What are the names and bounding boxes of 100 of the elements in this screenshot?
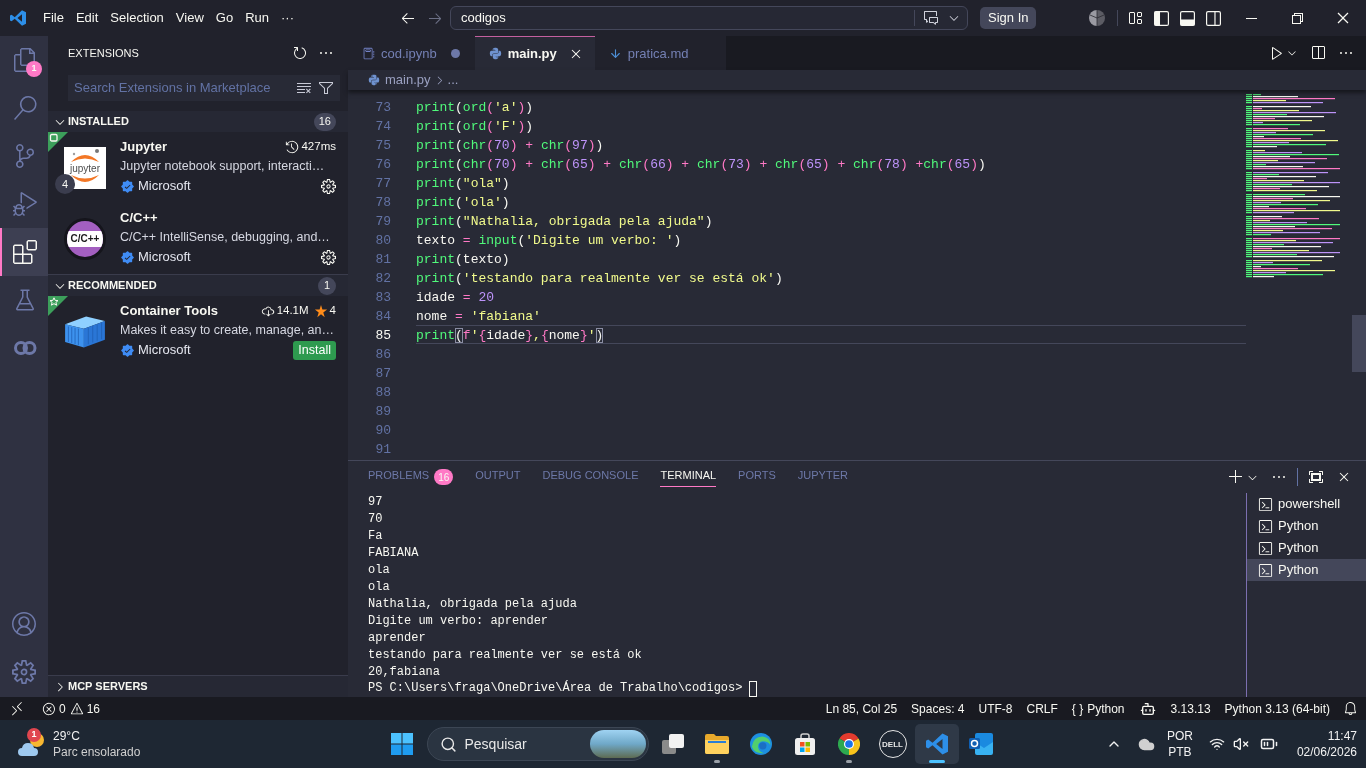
- sidebar-left-icon[interactable]: [1153, 10, 1169, 26]
- extension-name[interactable]: C/C++: [120, 208, 158, 228]
- status-item[interactable]: Python 3.13 (64-bit): [1217, 697, 1337, 720]
- terminal-line: Nathalia, obrigada pela ajuda: [368, 597, 577, 611]
- code-editor-icon: [925, 733, 948, 755]
- taskbar-app[interactable]: [914, 724, 959, 764]
- clock-date[interactable]: 02/06/2026: [1296, 744, 1357, 760]
- refresh-icon[interactable]: [292, 45, 308, 61]
- start-icon[interactable]: [390, 733, 413, 755]
- warning-count[interactable]: 16: [86, 699, 101, 718]
- sidebar-right-icon[interactable]: [1205, 10, 1221, 26]
- extension-name[interactable]: Jupyter: [120, 137, 167, 157]
- restore-icon[interactable]: [1289, 10, 1305, 26]
- menu-item[interactable]: Edit: [69, 6, 105, 30]
- sign-in-button[interactable]: Sign In: [980, 7, 1037, 29]
- code-line: print("Nathalia, obrigada pela ajuda"): [416, 214, 713, 229]
- install-button[interactable]: Install: [293, 340, 336, 360]
- editor-tab[interactable]: pratica.md: [594, 36, 727, 70]
- section-title[interactable]: RECOMMENDED: [68, 277, 157, 294]
- terminal-item[interactable]: Python: [1247, 515, 1366, 537]
- extensions-icon: [13, 240, 37, 264]
- count-badge: 1: [27, 728, 41, 742]
- filter-icon[interactable]: [318, 80, 334, 96]
- line-number: 85: [375, 328, 391, 343]
- terminal-item[interactable]: Python: [1247, 537, 1366, 559]
- maximize-icon[interactable]: [1308, 469, 1324, 485]
- editor-tab[interactable]: main.py: [474, 36, 595, 70]
- menu-item[interactable]: Run: [239, 6, 275, 30]
- publisher-name: Microsoft: [138, 341, 191, 360]
- split-editor-icon[interactable]: [1310, 45, 1326, 61]
- bell-icon[interactable]: [1343, 701, 1358, 716]
- history-icon: [285, 140, 300, 154]
- app-logo-icon: [10, 10, 26, 26]
- flask-icon: [13, 288, 37, 312]
- menu-item[interactable]: View: [169, 6, 210, 30]
- warning-icon[interactable]: [69, 701, 84, 716]
- status-item[interactable]: 3.13.13: [1163, 697, 1218, 720]
- code-line: print('ola'): [416, 195, 510, 210]
- terminal-icon: [1258, 562, 1273, 578]
- line-number: 88: [375, 385, 391, 400]
- status-item[interactable]: Ln 85, Col 25: [818, 697, 905, 720]
- panel-bottom-icon[interactable]: [1179, 10, 1195, 26]
- panel-tab[interactable]: TERMINAL: [649, 465, 728, 489]
- status-item[interactable]: CRLF: [1019, 697, 1065, 720]
- taskbar-app[interactable]: DELL: [870, 724, 915, 764]
- error-count[interactable]: 0: [59, 699, 66, 718]
- corner-ribbon-icon: [48, 296, 68, 316]
- python-icon: [368, 74, 380, 86]
- language-mode[interactable]: Python: [1087, 699, 1125, 718]
- split-circle-icon[interactable]: [1089, 10, 1105, 26]
- menu-item[interactable]: Selection: [104, 6, 170, 30]
- search-button[interactable]: Pesquisar: [426, 727, 649, 761]
- code-line: print(ord('F')): [416, 119, 534, 134]
- scrollbar-thumb[interactable]: [1352, 315, 1366, 372]
- terminal-line: 70: [368, 512, 383, 526]
- python-icon: [488, 47, 502, 60]
- command-center[interactable]: codigos: [450, 6, 968, 30]
- line-number: 86: [375, 347, 391, 362]
- settings-icon[interactable]: [321, 249, 336, 265]
- activity-bar-item[interactable]: [0, 228, 48, 276]
- bot-icon[interactable]: [1139, 700, 1156, 717]
- layout-icon[interactable]: [1127, 10, 1143, 26]
- menu-item[interactable]: File: [37, 6, 70, 30]
- run-icon[interactable]: [1269, 45, 1285, 61]
- settings-icon[interactable]: [321, 178, 336, 194]
- status-item[interactable]: Spaces: 4: [904, 697, 972, 720]
- terminal-item[interactable]: Python: [1247, 559, 1366, 581]
- line-number: 76: [375, 157, 391, 172]
- rating-value: 4: [329, 303, 336, 319]
- breadcrumb-item[interactable]: ...: [447, 70, 459, 90]
- wifi-icon[interactable]: [1208, 736, 1225, 752]
- extension-name[interactable]: Container Tools: [120, 301, 218, 321]
- shopping-bag-icon: [793, 733, 816, 755]
- plus-icon[interactable]: [1228, 469, 1244, 485]
- cloud-download-icon: [260, 304, 275, 318]
- search-field[interactable]: Search Extensions in Marketplace: [68, 75, 340, 101]
- count-badge: 16: [313, 112, 336, 131]
- weather-temperature: 29°C: [53, 728, 81, 744]
- search-icon: [13, 96, 37, 120]
- terminal-line: ola: [368, 580, 390, 594]
- input-language-button[interactable]: POR PTB: [1166, 728, 1193, 760]
- terminal-item[interactable]: powershell: [1247, 493, 1366, 515]
- account-icon[interactable]: [12, 612, 36, 636]
- clock-time[interactable]: 11:47: [1327, 728, 1357, 744]
- count-badge: 4: [55, 174, 75, 194]
- clear-list-icon[interactable]: [296, 80, 312, 96]
- menu-item[interactable]: ···: [275, 6, 300, 30]
- error-icon[interactable]: [42, 701, 56, 716]
- remote-icon[interactable]: [9, 700, 25, 717]
- publisher-name: Microsoft: [138, 177, 191, 196]
- section-title[interactable]: INSTALLED: [68, 113, 129, 130]
- menu-item[interactable]: Go: [209, 6, 240, 30]
- editor-tab[interactable]: cod.ipynb: [348, 36, 475, 70]
- terminal-prompt: PS C:\Users\fraga\OneDrive\Área de Trabalho\codigos>: [368, 680, 743, 697]
- breadcrumb-item[interactable]: main.py: [385, 70, 431, 90]
- load-time: 427ms: [301, 139, 336, 155]
- chat-icon[interactable]: [923, 10, 939, 26]
- speaker-muted-icon[interactable]: [1232, 736, 1249, 752]
- status-item[interactable]: UTF-8: [971, 697, 1020, 720]
- close-icon[interactable]: [1335, 10, 1351, 26]
